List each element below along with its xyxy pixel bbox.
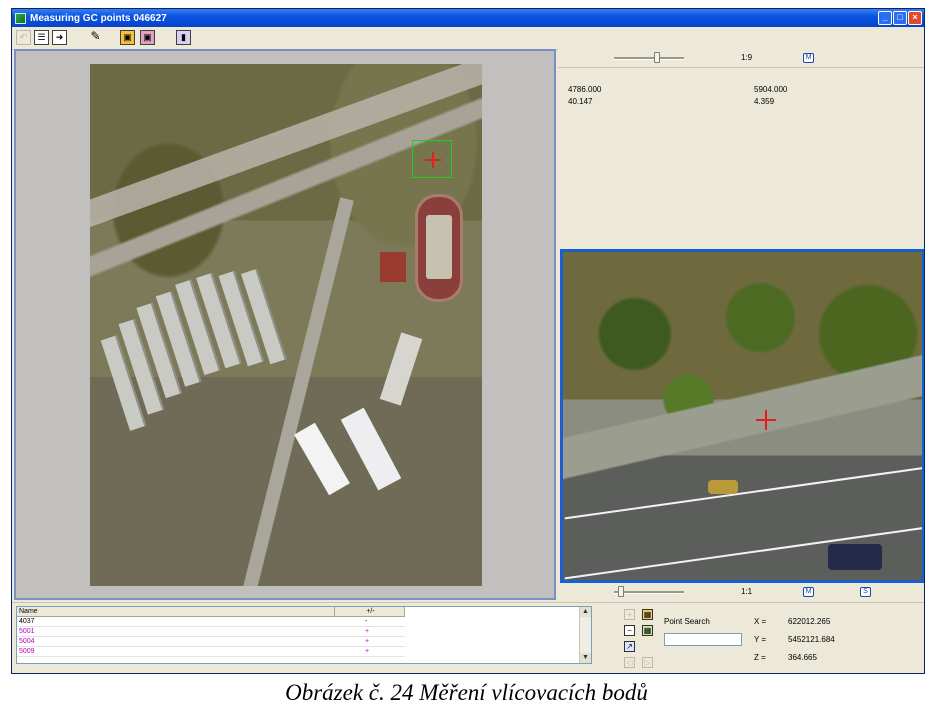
car [708, 480, 738, 494]
point-name: 5004 [19, 638, 35, 645]
image-point-icon[interactable]: ▦ [642, 609, 653, 620]
x-label: X = [754, 617, 767, 626]
point-sign: + [365, 648, 370, 655]
point-search-label: Point Search [664, 617, 710, 626]
running-track [415, 194, 463, 302]
window-title: Measuring GC points 046627 [30, 12, 167, 24]
value-a2: 5904.000 [754, 85, 788, 94]
white-building [294, 422, 350, 496]
door-icon[interactable]: ▮ [176, 30, 191, 45]
y-value: 5452121.684 [788, 635, 835, 644]
point-sign: + [365, 628, 370, 635]
aerial-zoom-image[interactable] [563, 252, 922, 580]
previous-point-icon[interactable]: ◁ [624, 657, 635, 668]
value-a1: 4786.000 [568, 85, 602, 94]
tower-building [379, 332, 423, 406]
y-label: Y = [754, 635, 767, 644]
table-row[interactable]: 4037 - [17, 617, 405, 627]
image-alt-icon[interactable]: ▣ [140, 30, 155, 45]
zoom-crosshair-icon [756, 410, 776, 430]
table-row[interactable]: 5009 + [17, 647, 405, 657]
zoom-image-pane[interactable] [560, 249, 924, 583]
table-scrollbar[interactable]: ▲ ▼ [579, 607, 591, 663]
add-point-icon[interactable]: + [624, 609, 635, 620]
white-building [340, 407, 402, 491]
z-label: Z = [754, 653, 766, 662]
bottom-panel: Name +/- 4037 - 5001 + 5004 + 5009 + ▲ ▼ [12, 602, 924, 673]
upper-m-button[interactable]: M [803, 53, 814, 63]
z-value: 364.665 [788, 653, 817, 662]
toolbar: ↶ ☰ ➜ ✎ ▣ ▣ ▮ [12, 27, 924, 50]
figure-caption: Obrázek č. 24 Měření vlícovacích bodů [285, 680, 648, 705]
maximize-button[interactable]: □ [893, 11, 907, 25]
measuring-window: Measuring GC points 046627 _ □ × ↶ ☰ ➜ ✎… [11, 8, 925, 674]
point-sign: - [365, 618, 368, 625]
point-name: 4037 [19, 618, 35, 625]
car [828, 544, 882, 570]
value-b2: 4.359 [754, 97, 775, 106]
scroll-down-icon[interactable]: ▼ [580, 653, 591, 663]
upper-scale-label: 1:9 [741, 53, 753, 62]
lower-zoom-slider[interactable] [618, 586, 624, 597]
point-name: 5001 [19, 628, 35, 635]
list-icon[interactable]: ☰ [34, 30, 49, 45]
lower-scale-label: 1:1 [741, 587, 753, 596]
measure-icon[interactable]: ✎ [88, 30, 103, 45]
table-row[interactable]: 5001 + [17, 627, 405, 637]
point-sign: + [365, 638, 370, 645]
sports-field [380, 252, 406, 282]
point-name: 5009 [19, 648, 35, 655]
app-icon [15, 12, 26, 24]
undo-icon[interactable]: ↶ [16, 30, 31, 45]
arrow-right-icon[interactable]: ➜ [52, 30, 67, 45]
lower-zoom-bar: 1:1 M S [558, 583, 924, 600]
upper-info-panel: 1:9 M 4786.000 5904.000 40.147 4.359 [558, 49, 924, 249]
table-row[interactable]: 5004 + [17, 637, 405, 647]
lower-s-button[interactable]: S [860, 587, 871, 597]
goto-point-icon[interactable]: ↗ [624, 641, 635, 652]
close-button[interactable]: × [908, 11, 922, 25]
aerial-overview-image[interactable] [90, 64, 482, 586]
points-table[interactable]: Name +/- 4037 - 5001 + 5004 + 5009 + ▲ ▼ [16, 606, 592, 664]
next-point-icon[interactable]: ▷ [642, 657, 653, 668]
column-header-name[interactable]: Name [17, 607, 335, 617]
scroll-up-icon[interactable]: ▲ [580, 607, 591, 617]
upper-zoom-bar: 1:9 M [558, 49, 924, 68]
lower-m-button[interactable]: M [803, 587, 814, 597]
image-search-icon[interactable]: ▦ [642, 625, 653, 636]
image-icon[interactable]: ▣ [120, 30, 135, 45]
title-bar: Measuring GC points 046627 _ □ × [12, 9, 924, 27]
overview-image-pane[interactable] [14, 49, 556, 600]
value-b1: 40.147 [568, 97, 593, 106]
crosshair-icon [425, 152, 441, 168]
minimize-button[interactable]: _ [878, 11, 892, 25]
upper-zoom-slider[interactable] [654, 52, 660, 63]
remove-point-icon[interactable]: − [624, 625, 635, 636]
column-header-sign[interactable]: +/- [335, 607, 405, 617]
target-frame [412, 140, 452, 178]
x-value: 622012.265 [788, 617, 831, 626]
point-search-input[interactable] [664, 633, 742, 646]
